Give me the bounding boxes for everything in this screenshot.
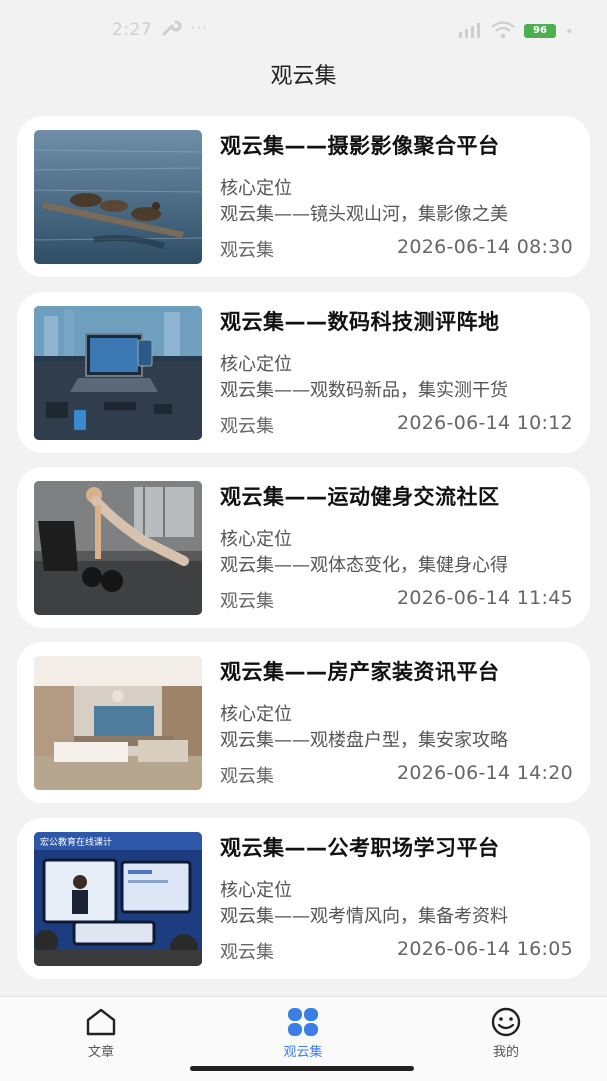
- battery-icon: 96: [524, 24, 556, 38]
- article-thumbnail: [34, 656, 202, 790]
- article-subtitle: 核心定位: [220, 880, 292, 901]
- article-subtitle: 核心定位: [220, 178, 292, 199]
- article-description: 观云集——观考情风向，集备考资料: [220, 906, 508, 927]
- page-title: 观云集: [270, 64, 337, 89]
- article-thumbnail: 宏公教育在线课计: [34, 832, 202, 966]
- tab-label: 我的: [492, 1045, 519, 1060]
- article-date: 2026-06-14 14:20: [396, 762, 573, 784]
- tab-label: 观云集: [283, 1045, 323, 1060]
- article-subtitle: 核心定位: [220, 354, 292, 375]
- article-thumbnail: [34, 481, 202, 615]
- status-time: 2:27: [112, 20, 153, 40]
- article-date: 2026-06-14 11:45: [396, 587, 573, 609]
- article-subtitle: 核心定位: [220, 529, 292, 550]
- article-source: 观云集: [220, 766, 274, 787]
- wifi-icon: [490, 20, 516, 45]
- tab-guanyunji[interactable]: 观云集: [243, 1007, 363, 1060]
- thumb-banner-text: 宏公教育在线课计: [40, 836, 112, 848]
- status-bar: 2:27 ··· 96 •: [0, 0, 607, 62]
- tab-label: 文章: [87, 1045, 114, 1060]
- article-title: 观云集——房产家装资讯平台: [220, 660, 500, 684]
- article-thumbnail: [34, 306, 202, 440]
- article-card[interactable]: 观云集——摄影影像聚合平台 核心定位 观云集——镜头观山河，集影像之美 观云集 …: [17, 116, 590, 277]
- article-date: 2026-06-14 16:05: [396, 938, 573, 960]
- tab-mine[interactable]: 我的: [446, 1007, 566, 1060]
- article-description: 观云集——镜头观山河，集影像之美: [220, 204, 508, 225]
- signal-icon: [458, 22, 484, 43]
- article-date: 2026-06-14 10:12: [396, 412, 573, 434]
- article-title: 观云集——运动健身交流社区: [220, 485, 500, 509]
- article-description: 观云集——观楼盘户型，集安家攻略: [220, 730, 508, 751]
- article-card[interactable]: 观云集——数码科技测评阵地 核心定位 观云集——观数码新品，集实测干货 观云集 …: [17, 292, 590, 453]
- article-date: 2026-06-14 08:30: [396, 236, 573, 258]
- four-petal-icon: [243, 1007, 363, 1037]
- more-dots-icon: ···: [190, 18, 209, 37]
- article-source: 观云集: [220, 942, 274, 963]
- article-card[interactable]: 观云集——运动健身交流社区 核心定位 观云集——观体态变化，集健身心得 观云集 …: [17, 467, 590, 628]
- article-source: 观云集: [220, 240, 274, 261]
- article-subtitle: 核心定位: [220, 704, 292, 725]
- article-thumbnail: [34, 130, 202, 264]
- article-description: 观云集——观数码新品，集实测干货: [220, 380, 508, 401]
- article-source: 观云集: [220, 591, 274, 612]
- wrench-icon: [160, 20, 182, 38]
- article-card[interactable]: 宏公教育在线课计 观云集——公考职场学习平台 核心定位 观云集——观考情风向，集…: [17, 818, 590, 979]
- article-description: 观云集——观体态变化，集健身心得: [220, 555, 508, 576]
- home-icon: [41, 1007, 161, 1037]
- article-title: 观云集——摄影影像聚合平台: [220, 134, 500, 158]
- smiley-icon: [446, 1007, 566, 1037]
- tab-articles[interactable]: 文章: [41, 1007, 161, 1060]
- battery-tip: •: [565, 24, 574, 40]
- home-indicator[interactable]: [190, 1066, 414, 1071]
- article-title: 观云集——公考职场学习平台: [220, 836, 500, 860]
- article-title: 观云集——数码科技测评阵地: [220, 310, 500, 334]
- article-card[interactable]: 观云集——房产家装资讯平台 核心定位 观云集——观楼盘户型，集安家攻略 观云集 …: [17, 642, 590, 803]
- article-source: 观云集: [220, 416, 274, 437]
